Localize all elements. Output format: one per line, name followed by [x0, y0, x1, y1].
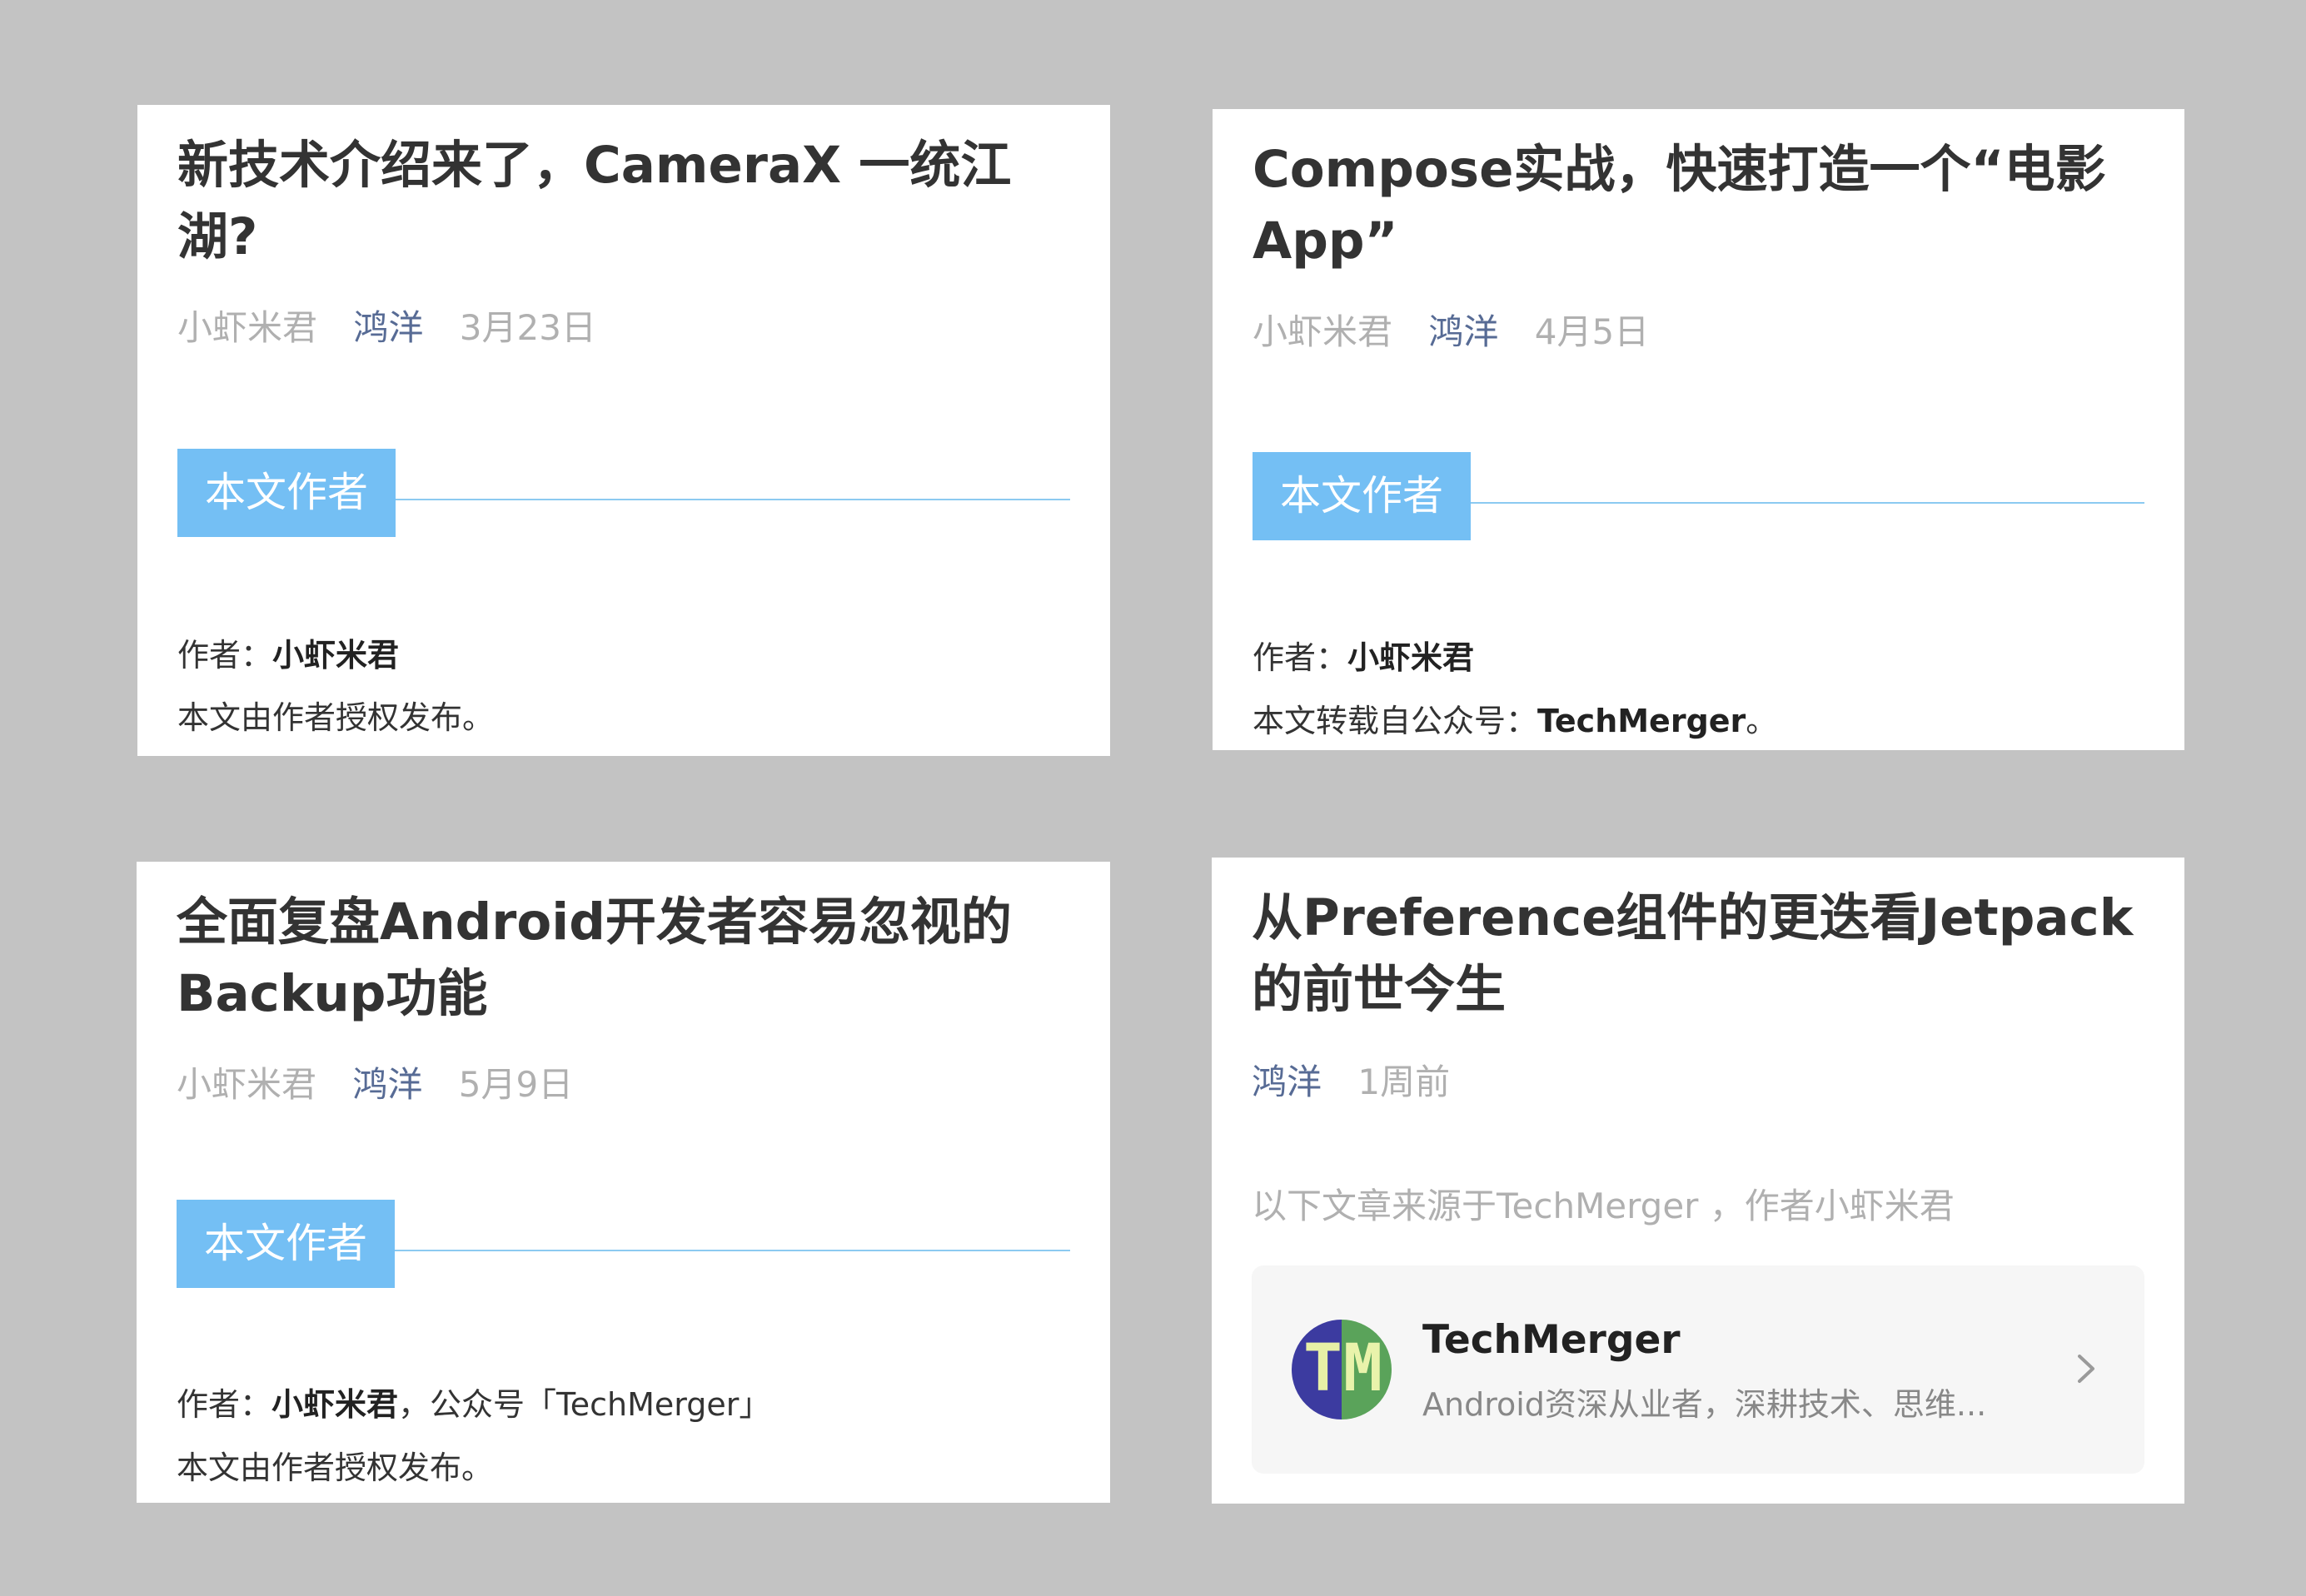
article-meta: 小虾米君 鸿洋 4月5日: [1253, 304, 1674, 355]
section-label: 本文作者: [177, 1200, 395, 1288]
publish-date: 3月23日: [459, 307, 596, 348]
source-note: 以下文章来源于TechMerger ，作者小虾米君: [1252, 1186, 1955, 1226]
avatar-letter-m: M: [1343, 1331, 1382, 1406]
publish-date: 4月5日: [1534, 311, 1650, 352]
source-account: TechMerger: [1537, 703, 1746, 739]
article-card-camerax[interactable]: 新技术介绍来了，CameraX 一统江湖? 小虾米君 鸿洋 3月23日 本文作者…: [137, 105, 1110, 756]
license-line: 本文由作者授权发布。: [177, 699, 495, 736]
publish-date: 1周前: [1357, 1062, 1451, 1102]
author-name: 小虾米君: [177, 307, 318, 348]
account-name: TechMerger: [1422, 1317, 1681, 1363]
publish-date: 5月9日: [458, 1064, 574, 1105]
article-title[interactable]: Compose实战，快速打造一个“电影App”: [1253, 134, 2144, 277]
author-line: 作者：小虾米君: [177, 637, 400, 674]
section-divider: [396, 499, 1070, 500]
author-strong: 小虾米君: [271, 1386, 399, 1423]
account-avatar[interactable]: T M: [1292, 1320, 1392, 1419]
avatar-letter-t: T: [1303, 1331, 1342, 1406]
section-label: 本文作者: [1253, 452, 1471, 540]
account-link[interactable]: 鸿洋: [1252, 1062, 1322, 1102]
author-name: 小虾米君: [177, 1064, 317, 1105]
source-line: 本文转载自公众号：TechMerger。: [1253, 703, 1778, 739]
section-header: 本文作者: [177, 449, 1070, 537]
article-meta: 小虾米君 鸿洋 3月23日: [177, 300, 621, 351]
author-line: 作者：小虾米君，公众号「TechMerger」: [177, 1386, 771, 1423]
account-link[interactable]: 鸿洋: [352, 1064, 422, 1105]
article-card-backup[interactable]: 全面复盘Android开发者容易忽视的Backup功能 小虾米君 鸿洋 5月9日…: [137, 862, 1110, 1503]
article-title[interactable]: 全面复盘Android开发者容易忽视的Backup功能: [177, 887, 1070, 1030]
article-meta: 小虾米君 鸿洋 5月9日: [177, 1057, 598, 1107]
section-divider: [395, 1250, 1070, 1251]
account-link[interactable]: 鸿洋: [1428, 311, 1498, 352]
article-title[interactable]: 新技术介绍来了，CameraX 一统江湖?: [177, 130, 1070, 273]
chevron-right-icon[interactable]: [2069, 1353, 2101, 1385]
article-card-preference[interactable]: 从Preference组件的更迭看Jetpack的前世今生 鸿洋 1周前 以下文…: [1212, 858, 2184, 1504]
section-label: 本文作者: [177, 449, 396, 537]
account-description: Android资深从业者，深耕技术、思维...: [1422, 1386, 1987, 1423]
author-strong: 小虾米君: [272, 637, 400, 674]
license-line: 本文由作者授权发布。: [177, 1449, 494, 1486]
section-header: 本文作者: [177, 1200, 1070, 1288]
section-divider: [1471, 502, 2144, 504]
article-meta: 鸿洋 1周前: [1252, 1054, 1475, 1105]
article-title[interactable]: 从Preference组件的更迭看Jetpack的前世今生: [1252, 883, 2144, 1026]
author-line: 作者：小虾米君: [1253, 639, 1475, 676]
account-link[interactable]: 鸿洋: [353, 307, 423, 348]
author-strong: 小虾米君: [1347, 639, 1475, 676]
account-profile-card[interactable]: T M TechMerger Android资深从业者，深耕技术、思维...: [1252, 1265, 2144, 1474]
section-header: 本文作者: [1253, 452, 2144, 540]
article-card-compose[interactable]: Compose实战，快速打造一个“电影App” 小虾米君 鸿洋 4月5日 本文作…: [1213, 109, 2184, 750]
author-name: 小虾米君: [1253, 311, 1393, 352]
